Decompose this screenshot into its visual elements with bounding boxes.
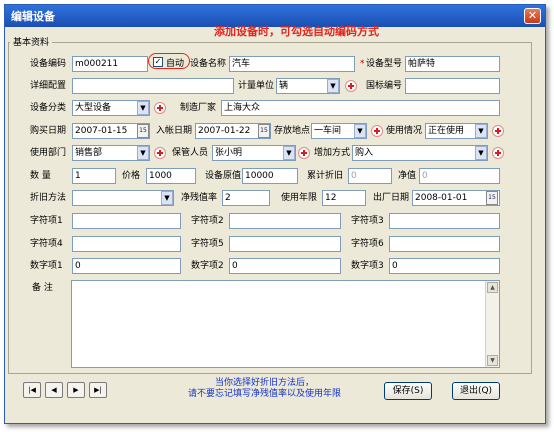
manufacturer-input[interactable]: 上海大众	[221, 100, 500, 116]
str4-input[interactable]	[72, 236, 181, 252]
accum-depr-input: 0	[348, 168, 392, 184]
purchase-date-label: 购买日期	[30, 126, 67, 136]
next-record-button[interactable]: ▶	[67, 382, 85, 398]
device-code-input[interactable]: m000211	[72, 56, 148, 72]
add-location-icon[interactable]	[371, 125, 383, 137]
last-record-button[interactable]: ▶|	[89, 382, 107, 398]
calendar-icon[interactable]: 15	[137, 124, 149, 138]
depr-method-label: 折旧方法	[30, 193, 67, 203]
manufacturer-label: 制造厂家	[180, 103, 217, 113]
notes-label: 备 注	[32, 283, 53, 293]
close-button[interactable]: ✕	[524, 8, 541, 24]
chevron-down-icon[interactable]: ▼	[283, 146, 295, 160]
net-value-input: 0	[419, 168, 500, 184]
entry-date-label: 入帐日期	[156, 126, 193, 136]
num3-label: 数字项3	[351, 261, 384, 271]
add-method-icon[interactable]	[492, 147, 504, 159]
chevron-down-icon[interactable]: ▼	[475, 146, 487, 160]
auto-code-label: 自动	[166, 59, 185, 69]
add-keeper-icon[interactable]	[298, 147, 310, 159]
status-label: 使用情况	[386, 126, 423, 136]
chevron-down-icon[interactable]: ▼	[354, 124, 366, 138]
quantity-input[interactable]: 1	[72, 168, 116, 184]
str2-input[interactable]	[229, 213, 341, 229]
chevron-down-icon[interactable]: ▼	[137, 146, 149, 160]
chevron-down-icon[interactable]: ▼	[475, 124, 487, 138]
device-model-input[interactable]: 帕萨特	[405, 56, 500, 72]
hint-line-1: 当你选择好折旧方法后，	[215, 378, 315, 388]
prev-record-button[interactable]: ◀	[45, 382, 63, 398]
add-department-icon[interactable]	[154, 147, 166, 159]
str5-label: 字符项5	[191, 239, 224, 249]
str1-label: 字符项1	[30, 216, 63, 226]
required-mark: *	[360, 59, 365, 69]
factory-date-label: 出厂日期	[373, 193, 410, 203]
str5-input[interactable]	[229, 236, 341, 252]
num3-input[interactable]: 0	[389, 258, 500, 274]
device-name-label: 设备名称	[190, 59, 227, 69]
chevron-down-icon[interactable]: ▼	[327, 79, 339, 93]
residual-rate-label: 净残值率	[181, 193, 218, 203]
scroll-down-icon[interactable]: ▼	[487, 355, 498, 366]
str3-label: 字符项3	[351, 216, 384, 226]
device-model-label: 设备型号	[366, 59, 403, 69]
device-code-label: 设备编码	[30, 59, 67, 69]
keeper-label: 保管人员	[172, 148, 209, 158]
hint-line-2: 请不要忘记填写净残值率以及使用年限	[188, 389, 342, 399]
str6-input[interactable]	[389, 236, 500, 252]
depr-method-select[interactable]	[72, 190, 174, 206]
add-status-icon[interactable]	[492, 125, 504, 137]
original-value-label: 设备原值	[205, 171, 242, 181]
str1-input[interactable]	[72, 213, 181, 229]
intl-code-label: 国标编号	[366, 81, 403, 91]
quantity-label: 数 量	[30, 171, 51, 181]
str4-label: 字符项4	[30, 239, 63, 249]
calendar-icon[interactable]: 15	[486, 191, 498, 205]
unit-label: 计量单位	[238, 81, 275, 91]
scroll-up-icon[interactable]: ▲	[487, 282, 498, 293]
window-title: 编辑设备	[11, 10, 55, 23]
str2-label: 字符项2	[191, 216, 224, 226]
category-label: 设备分类	[30, 103, 67, 113]
price-label: 价格	[122, 171, 141, 181]
first-record-button[interactable]: |◀	[23, 382, 41, 398]
chevron-down-icon[interactable]: ▼	[161, 191, 173, 205]
hint-text: 当你选择好折旧方法后， 请不要忘记填写净残值率以及使用年限	[188, 378, 341, 400]
add-method-select[interactable]: 购入	[352, 145, 488, 161]
department-label: 使用部门	[30, 148, 67, 158]
num2-label: 数字项2	[191, 261, 224, 271]
original-value-input[interactable]: 10000	[242, 168, 298, 184]
net-value-label: 净值	[398, 171, 417, 181]
chevron-down-icon[interactable]: ▼	[137, 101, 149, 115]
life-years-label: 使用年限	[281, 193, 318, 203]
calendar-icon[interactable]: 15	[258, 124, 270, 138]
location-label: 存放地点	[274, 126, 311, 136]
life-years-input[interactable]: 12	[322, 190, 366, 206]
accum-depr-label: 累计折旧	[307, 171, 344, 181]
add-method-label: 增加方式	[314, 148, 351, 158]
device-name-input[interactable]: 汽车	[229, 56, 355, 72]
add-unit-icon[interactable]	[345, 80, 357, 92]
residual-rate-input[interactable]: 2	[222, 190, 270, 206]
auto-code-checkbox[interactable]: ✓	[153, 57, 163, 67]
notes-textarea[interactable]: ▲ ▼	[71, 280, 500, 368]
annotation-text: 添加设备时，可勾选自动编码方式	[214, 25, 379, 38]
num1-input[interactable]: 0	[72, 258, 181, 274]
exit-button[interactable]: 退出(Q)	[452, 382, 500, 400]
notes-scrollbar[interactable]: ▲ ▼	[485, 281, 499, 367]
save-button[interactable]: 保存(S)	[384, 382, 432, 400]
price-input[interactable]: 1000	[146, 168, 196, 184]
str6-label: 字符项6	[351, 239, 384, 249]
detail-config-input[interactable]	[72, 78, 234, 94]
str3-input[interactable]	[389, 213, 500, 229]
detail-config-label: 详细配置	[30, 81, 67, 91]
group-title: 基本资料	[10, 35, 53, 48]
intl-code-input[interactable]	[405, 78, 500, 94]
add-category-icon[interactable]	[154, 102, 166, 114]
num1-label: 数字项1	[30, 261, 63, 271]
num2-input[interactable]: 0	[229, 258, 341, 274]
